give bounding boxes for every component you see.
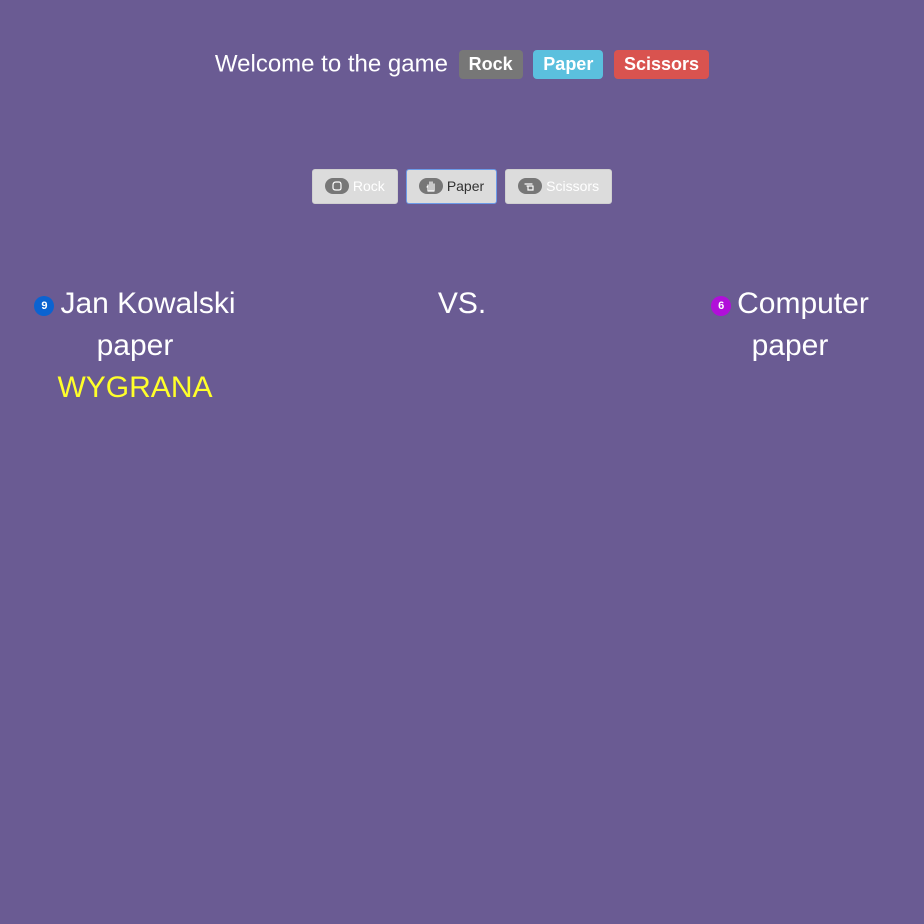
paper-button[interactable]: Paper <box>405 169 498 204</box>
result-text: WYGRANA <box>57 371 213 404</box>
paper-label: Paper <box>533 50 604 80</box>
scissors-hand-icon <box>518 178 543 194</box>
scissors-label: Scissors <box>614 50 710 80</box>
choice-button-group: Rock Paper Scissors <box>0 169 924 204</box>
rock-button-label: Rock <box>352 178 385 194</box>
rock-label: Rock <box>458 50 523 80</box>
paper-button-label: Paper <box>446 178 485 194</box>
welcome-header: Welcome to the game Rock Paper Scissors <box>0 50 924 80</box>
scissors-button-label: Scissors <box>546 178 600 194</box>
computer-name: Computer <box>737 287 869 320</box>
rock-button[interactable]: Rock <box>311 169 398 204</box>
rock-hand-icon <box>324 178 349 194</box>
computer-name-row: 6 Computer <box>706 283 874 325</box>
computer-score-badge: 6 <box>711 296 732 316</box>
paper-hand-icon <box>418 178 443 194</box>
computer-choice: paper <box>751 329 829 362</box>
computer-panel: 6 Computer paper <box>706 283 874 367</box>
scissors-button[interactable]: Scissors <box>505 169 613 204</box>
player-choice: paper <box>96 329 174 362</box>
welcome-title: Welcome to the game <box>214 50 448 78</box>
